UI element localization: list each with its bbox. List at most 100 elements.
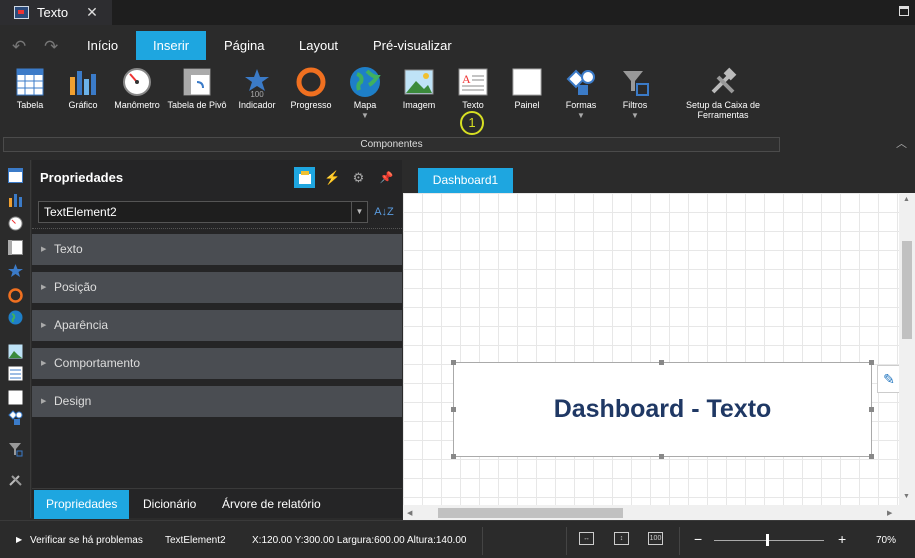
dashboard-canvas[interactable]: Dashboard - Texto ✎ — [403, 193, 901, 505]
tool-tabela[interactable]: Tabela — [0, 66, 60, 110]
status-bar: ▶ Verificar se há problemas TextElement2… — [0, 520, 915, 558]
tools-icon — [707, 66, 739, 98]
gauge-icon[interactable] — [8, 216, 23, 231]
pivot-icon — [181, 66, 213, 98]
resize-handle[interactable] — [869, 407, 874, 412]
tool-setup-caixa[interactable]: Setup da Caixa de Ferramentas — [683, 66, 763, 120]
resize-handle[interactable] — [659, 360, 664, 365]
table-icon — [14, 66, 46, 98]
zoom-100-icon[interactable]: 100 — [648, 532, 663, 545]
zoom-out-button[interactable]: − — [694, 531, 702, 547]
category-design[interactable]: ▶ Design — [32, 386, 402, 417]
resize-handle[interactable] — [869, 454, 874, 459]
tool-indicador[interactable]: 100 Indicador — [227, 66, 287, 110]
chevron-down-icon[interactable]: ▼ — [351, 202, 367, 222]
ribbon-group-label: Componentes — [3, 137, 780, 152]
tool-grafico[interactable]: Gráfico — [53, 66, 113, 110]
progress-icon[interactable] — [8, 288, 23, 303]
close-icon[interactable]: ✕ — [86, 4, 98, 21]
fit-width-icon[interactable]: ↔ — [579, 532, 594, 545]
tool-mapa[interactable]: Mapa ▼ — [335, 66, 395, 120]
menu-inicio[interactable]: Início — [70, 31, 135, 60]
scroll-thumb[interactable] — [438, 508, 623, 518]
vertical-scrollbar[interactable]: ▲ ▼ — [899, 193, 915, 505]
tab-dicionario[interactable]: Dicionário — [131, 490, 208, 519]
progress-icon — [295, 66, 327, 98]
chevron-up-icon[interactable]: ︿ — [896, 135, 907, 151]
tab-propriedades[interactable]: Propriedades — [34, 490, 130, 519]
tool-tabela-pivo[interactable]: Tabela de Pivô — [167, 66, 227, 110]
tab-arvore-relatorio[interactable]: Árvore de relatório — [210, 490, 333, 519]
title-bar — [0, 0, 915, 25]
resize-handle[interactable] — [451, 407, 456, 412]
resize-handle[interactable] — [869, 360, 874, 365]
menu-pagina[interactable]: Página — [207, 31, 281, 60]
globe-icon[interactable] — [8, 310, 23, 325]
svg-text:100: 100 — [250, 90, 264, 97]
window-maximize-icon[interactable] — [899, 6, 909, 16]
sort-alpha-icon[interactable]: A↓Z — [374, 201, 394, 223]
pin-icon[interactable]: 📌 — [376, 167, 397, 188]
chevron-right-icon: ▶ — [41, 284, 47, 291]
edit-pencil-icon[interactable]: ✎ — [877, 365, 901, 393]
component-toolbar — [0, 160, 31, 518]
tool-filtros[interactable]: Filtros ▼ — [605, 66, 665, 120]
menu-layout[interactable]: Layout — [282, 31, 355, 60]
fit-height-icon[interactable]: ↕ — [614, 532, 629, 545]
scroll-thumb[interactable] — [902, 241, 912, 339]
image-icon[interactable] — [8, 344, 23, 359]
document-tab[interactable]: Texto ✕ — [0, 0, 112, 25]
zoom-slider-track[interactable] — [714, 540, 824, 541]
tool-imagem[interactable]: Imagem — [389, 66, 449, 110]
text-element[interactable]: Dashboard - Texto — [453, 362, 872, 457]
category-comportamento[interactable]: ▶ Comportamento — [32, 348, 402, 379]
menu-inserir[interactable]: Inserir — [136, 31, 207, 60]
tool-progresso[interactable]: Progresso — [281, 66, 341, 110]
divider — [566, 527, 567, 555]
text-icon[interactable] — [8, 366, 23, 381]
panel-icon[interactable] — [8, 390, 23, 405]
indicator-icon[interactable] — [8, 264, 23, 279]
status-geometry: X:120.00 Y:300.00 Largura:600.00 Altura:… — [252, 535, 467, 546]
horizontal-scrollbar[interactable]: ◀ ▶ — [403, 505, 915, 521]
events-lightning-icon[interactable]: ⚡ — [322, 167, 343, 188]
divider — [32, 228, 402, 229]
gear-icon[interactable]: ⚙ — [348, 167, 369, 188]
chevron-right-icon[interactable]: ▶ — [16, 535, 22, 544]
chevron-right-icon: ▶ — [41, 360, 47, 367]
chevron-down-icon: ▼ — [631, 111, 639, 120]
properties-view-icon[interactable] — [294, 167, 315, 188]
resize-handle[interactable] — [659, 454, 664, 459]
chevron-right-icon: ▶ — [41, 322, 47, 329]
chart-icon[interactable] — [8, 192, 23, 207]
scroll-up-icon[interactable]: ▲ — [903, 196, 910, 203]
element-selector[interactable]: TextElement2 ▼ — [38, 201, 368, 223]
tools-icon[interactable] — [8, 472, 23, 487]
resize-handle[interactable] — [451, 454, 456, 459]
tool-texto[interactable]: A Texto — [443, 66, 503, 110]
menu-pre-visualizar[interactable]: Pré-visualizar — [356, 31, 469, 60]
scroll-down-icon[interactable]: ▼ — [903, 493, 910, 500]
pivot-icon[interactable] — [8, 240, 23, 255]
tool-manometro[interactable]: Manômetro — [107, 66, 167, 110]
filter-icon[interactable] — [8, 442, 23, 457]
undo-icon[interactable]: ↶ — [12, 37, 26, 57]
category-texto[interactable]: ▶ Texto — [32, 234, 402, 265]
gauge-icon — [121, 66, 153, 98]
tool-painel[interactable]: Painel — [497, 66, 557, 110]
resize-handle[interactable] — [451, 360, 456, 365]
zoom-slider-thumb[interactable] — [766, 534, 769, 546]
table-icon[interactable] — [8, 168, 23, 183]
redo-icon[interactable]: ↷ — [44, 37, 58, 57]
divider — [482, 527, 483, 555]
zoom-in-button[interactable]: + — [838, 531, 846, 547]
scroll-right-icon[interactable]: ▶ — [887, 509, 892, 517]
tool-formas[interactable]: Formas ▼ — [551, 66, 611, 120]
check-problems[interactable]: Verificar se há problemas — [30, 535, 143, 546]
scroll-left-icon[interactable]: ◀ — [407, 509, 412, 517]
category-posicao[interactable]: ▶ Posição — [32, 272, 402, 303]
document-title: Texto — [37, 5, 69, 20]
tab-dashboard1[interactable]: Dashboard1 — [418, 168, 513, 193]
shapes-icon[interactable] — [8, 410, 23, 425]
category-aparencia[interactable]: ▶ Aparência — [32, 310, 402, 341]
